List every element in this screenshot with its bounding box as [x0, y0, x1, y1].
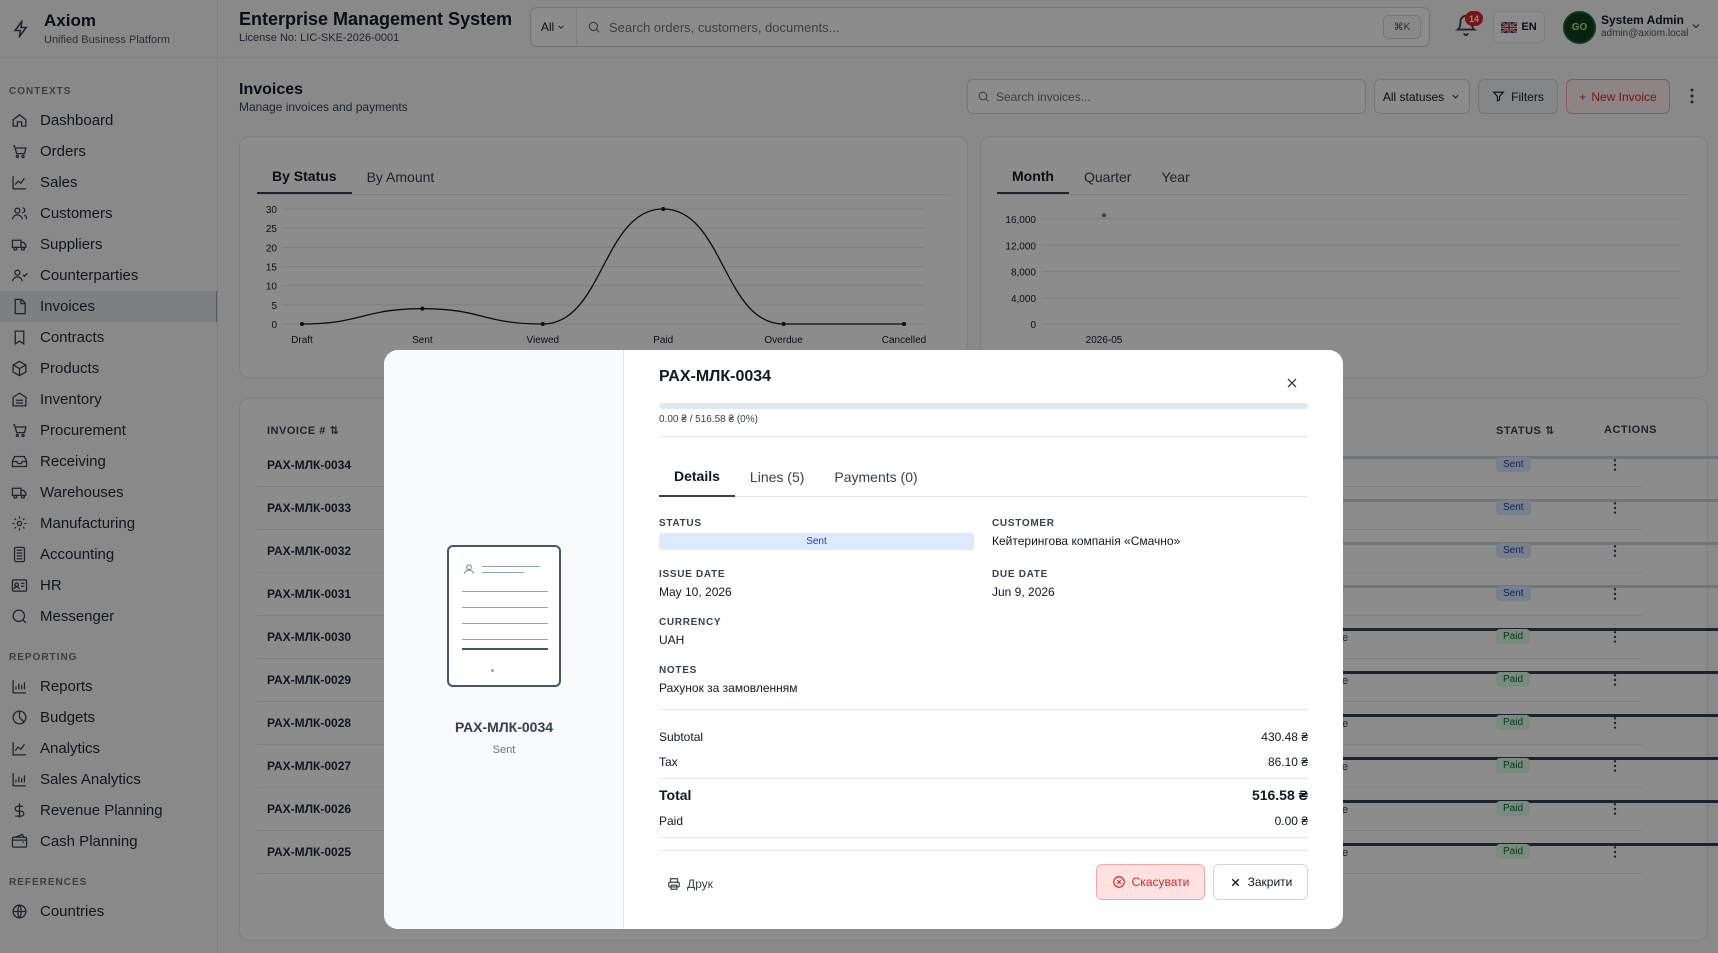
modal-preview-panel: РАХ-МЛК-0034 Sent	[384, 350, 624, 929]
cancel-invoice-button[interactable]: Скасувати	[1096, 864, 1205, 900]
divider	[659, 837, 1308, 838]
total-value: 516.58 ₴	[1251, 787, 1308, 803]
tax-value: 86.10 ₴	[1267, 755, 1308, 769]
modal-tabs: Details Lines (5) Payments (0)	[659, 457, 1308, 497]
due-date-value: Jun 9, 2026	[992, 585, 1055, 599]
close-icon[interactable]	[1284, 375, 1300, 391]
x-circle-icon	[1112, 876, 1125, 888]
currency-value: UAH	[659, 633, 685, 647]
printer-icon	[668, 878, 680, 890]
payment-progress-text: 0.00 ₴ / 516.58 ₴ (0%)	[659, 414, 758, 425]
paid-label: Paid	[659, 814, 684, 828]
modal-tab-payments-0[interactable]: Payments (0)	[819, 457, 932, 497]
modal-tab-lines-5[interactable]: Lines (5)	[735, 457, 819, 497]
print-label: Друк	[687, 877, 713, 891]
paid-value: 0.00 ₴	[1274, 814, 1308, 828]
cancel-invoice-label: Скасувати	[1131, 875, 1190, 889]
modal-tab-details[interactable]: Details	[659, 457, 735, 497]
issue-date-value: May 10, 2026	[659, 585, 732, 599]
notes-label: NOTES	[659, 665, 697, 676]
preview-invoice-status: Sent	[492, 744, 516, 756]
close-modal-button[interactable]: Закрити	[1213, 864, 1308, 900]
due-date-label: DUE DATE	[992, 569, 1048, 580]
notes-value: Рахунок за замовленням	[659, 681, 798, 695]
status-label: STATUS	[659, 518, 702, 529]
preview-invoice-number: РАХ-МЛК-0034	[454, 719, 554, 735]
total-label: Total	[659, 787, 692, 803]
divider	[659, 709, 1308, 710]
modal-title: РАХ-МЛК-0034	[659, 368, 772, 385]
document-preview-icon	[447, 545, 561, 687]
customer-value[interactable]: Кейтерингова компанія «Смачно»	[992, 534, 1180, 548]
currency-label: CURRENCY	[659, 617, 722, 628]
divider	[659, 436, 1308, 437]
subtotal-value: 430.48 ₴	[1261, 730, 1308, 744]
tax-label: Tax	[659, 755, 678, 769]
divider	[659, 850, 1308, 851]
customer-label: CUSTOMER	[992, 518, 1055, 529]
subtotal-label: Subtotal	[659, 730, 704, 744]
close-modal-label: Закрити	[1247, 875, 1293, 889]
issue-date-label: ISSUE DATE	[659, 569, 726, 580]
divider	[659, 778, 1308, 779]
close-icon	[1231, 878, 1239, 886]
invoice-modal: РАХ-МЛК-0034 Sent РАХ-МЛК-0034 0.00 ₴ / …	[384, 350, 1343, 929]
status-badge: Sent	[659, 533, 974, 550]
payment-progress-bar	[659, 403, 1308, 409]
print-button[interactable]: Друк	[667, 872, 713, 896]
